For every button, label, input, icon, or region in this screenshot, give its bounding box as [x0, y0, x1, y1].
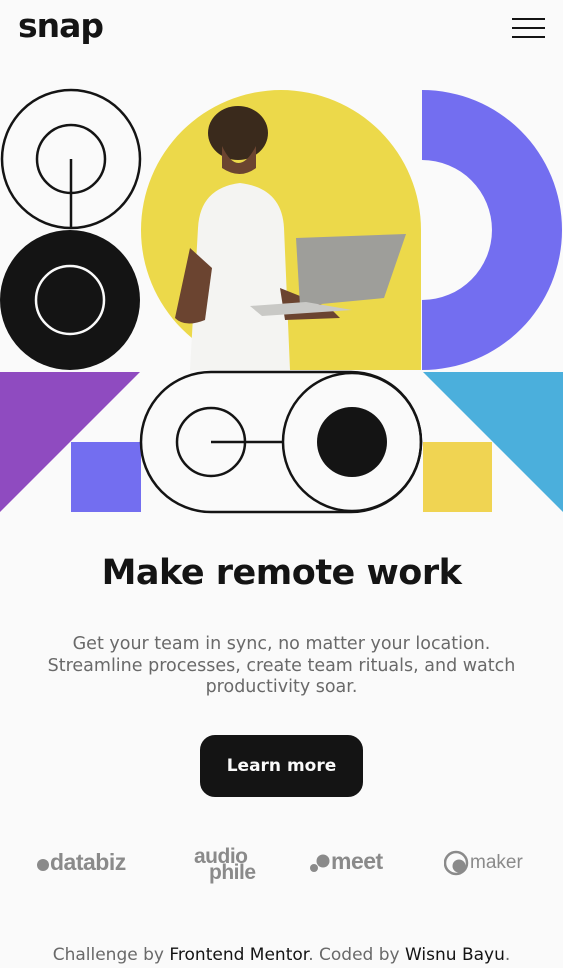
client-logos: databiz audio phile meet maker [0, 845, 563, 895]
attribution-middle: . Coded by [308, 945, 405, 965]
author-link[interactable]: Wisnu Bayu [405, 945, 505, 965]
concentric-circle-shape [0, 88, 142, 230]
hamburger-menu-icon[interactable] [512, 18, 546, 38]
meet-dots-icon [310, 854, 330, 872]
frontend-mentor-link[interactable]: Frontend Mentor [169, 945, 308, 965]
attribution-suffix: . [504, 945, 511, 965]
black-circle-shape [0, 230, 140, 370]
maker-wordmark: maker [470, 852, 523, 874]
learn-more-button[interactable]: Learn more [200, 735, 363, 797]
maker-circle-icon [444, 850, 469, 876]
hero-graphic [0, 88, 563, 514]
audiophile-logo: audio phile [194, 846, 274, 883]
menu-bar-top [512, 18, 545, 20]
purple-square-shape [71, 442, 141, 512]
logo[interactable]: snap [18, 6, 104, 45]
yellow-square-shape [423, 442, 492, 512]
page-title: Make remote work [101, 553, 462, 593]
pill-shape [139, 370, 423, 514]
meet-logo: meet [309, 848, 383, 875]
hero-photo [141, 90, 421, 370]
databiz-wordmark: databiz [50, 849, 126, 875]
menu-bar-middle [512, 27, 545, 29]
purple-arc-shape [422, 90, 562, 370]
meet-wordmark: meet [331, 848, 383, 874]
attribution: Challenge by Frontend Mentor. Coded by W… [0, 945, 563, 965]
databiz-logo: databiz [36, 849, 126, 876]
hero-description: Get your team in sync, no matter your lo… [47, 634, 516, 697]
databiz-dot-icon [37, 858, 49, 871]
maker-logo: maker [444, 850, 523, 876]
hero-illustration [0, 88, 563, 514]
site-header: snap [0, 0, 563, 60]
attribution-prefix: Challenge by [52, 945, 170, 965]
menu-bar-bottom [512, 36, 545, 38]
